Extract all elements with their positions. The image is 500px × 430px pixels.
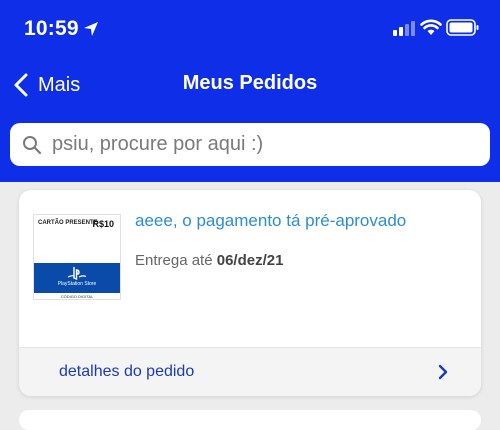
page-title: Meus Pedidos (182, 72, 318, 94)
product-image-tag: CARTÃO PRESENTE (38, 220, 98, 226)
delivery-date: 06/dez/21 (216, 252, 284, 269)
chevron-right-icon (438, 364, 448, 380)
location-arrow-icon (84, 22, 98, 36)
cellular-signal-icon (393, 21, 415, 36)
battery-icon (446, 19, 479, 36)
search-icon (23, 135, 42, 154)
app-header: 10:59 Mais Meus Pedidos (0, 0, 500, 182)
playstation-logo-icon (67, 267, 87, 280)
product-image-store: PlayStation Store (57, 281, 97, 287)
delivery-info: Entrega até 06/dez/21 (135, 252, 283, 269)
order-details-label: detalhes do pedido (59, 363, 195, 380)
next-order-card[interactable] (19, 410, 481, 430)
delivery-label: Entrega até (135, 252, 213, 269)
order-details-button[interactable]: detalhes do pedido (19, 347, 481, 396)
search-input[interactable] (50, 132, 474, 157)
order-card[interactable]: CARTÃO PRESENTE R$10 PlayStation Store C… (19, 190, 481, 396)
product-image-footer: CÓDIGO DIGITAL (60, 294, 94, 299)
product-image-price: R$10 (92, 219, 114, 229)
search-bar[interactable] (10, 123, 490, 166)
order-status: aeee, o pagamento tá pré-aprovado (135, 211, 407, 230)
status-time: 10:59 (24, 17, 79, 40)
product-image: CARTÃO PRESENTE R$10 PlayStation Store C… (33, 214, 121, 300)
wifi-icon (420, 19, 442, 35)
